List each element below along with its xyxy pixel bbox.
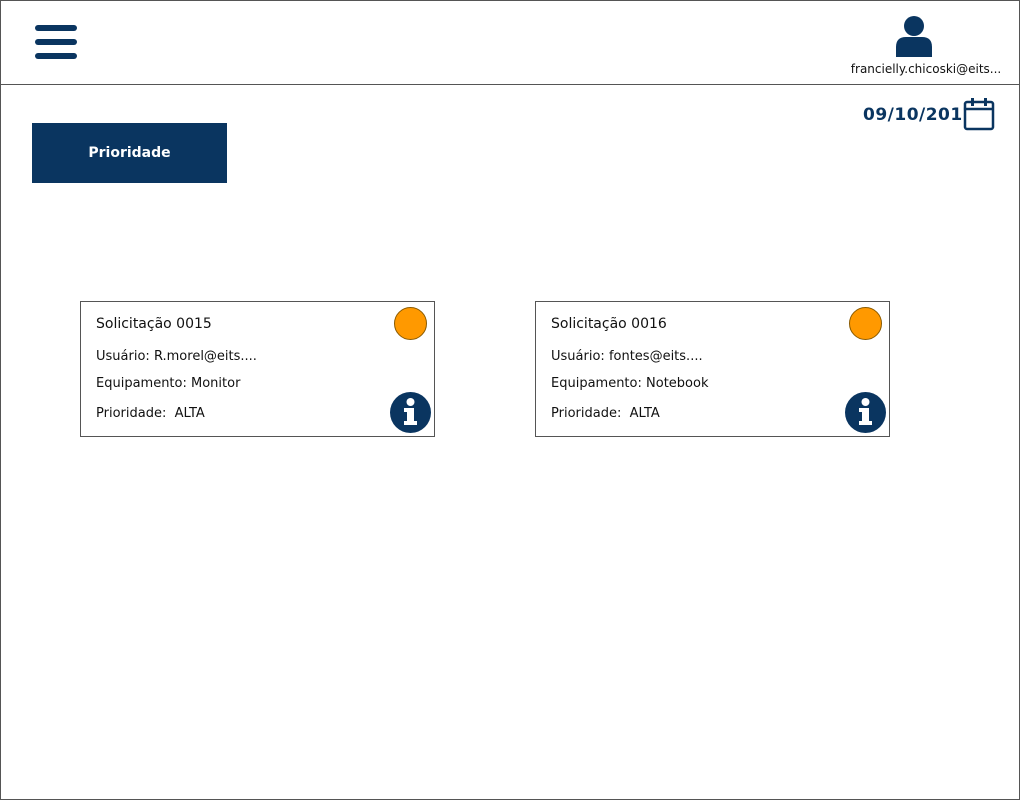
header-bar: francielly.chicoski@eits...: [1, 1, 1019, 85]
request-title: Solicitação 0016: [551, 316, 667, 332]
user-label: Usuário:: [96, 349, 150, 364]
calendar-icon[interactable]: [963, 97, 995, 131]
priority-value: ALTA: [174, 406, 205, 421]
request-user-row: Usuário: R.morel@eits....: [96, 349, 257, 364]
hamburger-menu-icon[interactable]: [35, 25, 77, 61]
request-priority-row: Prioridade: ALTA: [551, 406, 660, 421]
request-card[interactable]: Solicitação 0015 Usuário: R.morel@eits..…: [80, 301, 435, 437]
request-card[interactable]: Solicitação 0016 Usuário: fontes@eits...…: [535, 301, 890, 437]
priority-label: Prioridade:: [96, 406, 167, 421]
menu-bar-line: [35, 39, 77, 45]
equipment-label: Equipamento:: [551, 376, 642, 391]
menu-bar-line: [35, 25, 77, 31]
user-value: fontes@eits....: [608, 349, 703, 364]
request-equipment-row: Equipamento: Monitor: [96, 376, 240, 391]
priority-status-indicator: [394, 307, 427, 340]
user-label: Usuário:: [551, 349, 605, 364]
request-title: Solicitação 0015: [96, 316, 212, 332]
priority-value: ALTA: [629, 406, 660, 421]
priority-label: Prioridade:: [551, 406, 622, 421]
equipment-value: Notebook: [646, 376, 709, 391]
user-email[interactable]: francielly.chicoski@eits...: [841, 62, 1011, 76]
app-frame: francielly.chicoski@eits... 09/10/2017 P…: [0, 0, 1020, 800]
user-value: R.morel@eits....: [153, 349, 257, 364]
request-equipment-row: Equipamento: Notebook: [551, 376, 708, 391]
priority-filter-button[interactable]: Prioridade: [32, 123, 227, 183]
current-date: 09/10/2017: [863, 105, 976, 125]
equipment-value: Monitor: [191, 376, 241, 391]
request-priority-row: Prioridade: ALTA: [96, 406, 205, 421]
request-user-row: Usuário: fontes@eits....: [551, 349, 703, 364]
menu-bar-line: [35, 53, 77, 59]
user-icon[interactable]: [894, 15, 934, 57]
info-icon[interactable]: [389, 391, 432, 434]
priority-status-indicator: [849, 307, 882, 340]
info-icon[interactable]: [844, 391, 887, 434]
equipment-label: Equipamento:: [96, 376, 187, 391]
